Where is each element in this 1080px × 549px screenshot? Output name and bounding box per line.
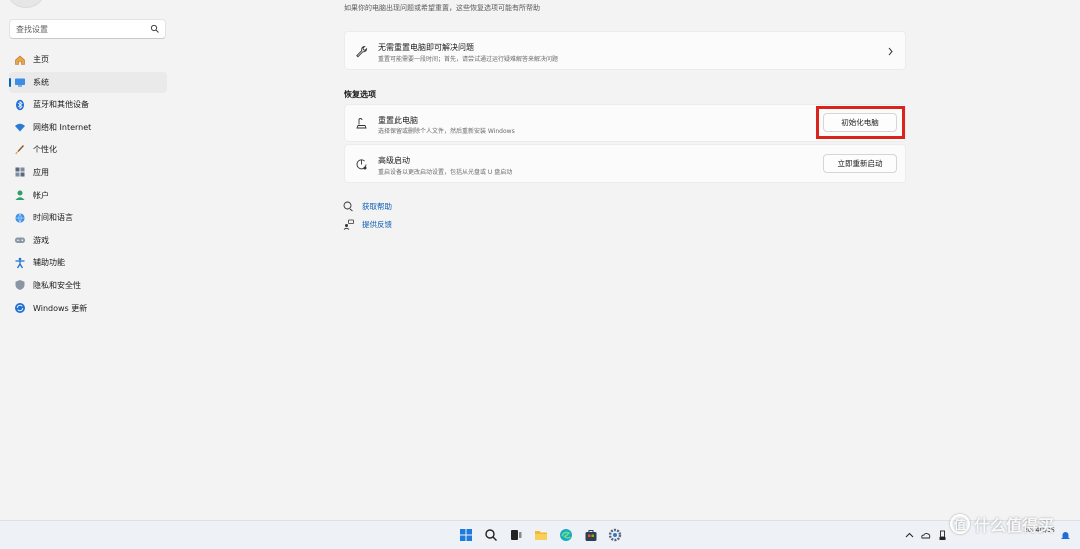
usb-icon[interactable] xyxy=(937,530,948,541)
sidebar-item-label: 时间和语言 xyxy=(33,213,73,223)
sidebar-item-time-language[interactable]: 时间和语言 xyxy=(9,207,167,228)
advanced-startup-desc: 重启设备以更改启动设置，包括从光盘或 U 盘启动 xyxy=(378,169,513,176)
settings-app-icon[interactable] xyxy=(608,528,622,542)
store-icon[interactable] xyxy=(584,528,598,542)
sidebar-item-label: 辅助功能 xyxy=(33,258,65,268)
advanced-startup-title: 高级启动 xyxy=(378,156,410,165)
watermark-text: 什么值得买 xyxy=(974,516,1055,535)
sidebar-item-label: 个性化 xyxy=(33,145,57,155)
advanced-startup-icon xyxy=(356,159,367,170)
sidebar-item-bluetooth[interactable]: 蓝牙和其他设备 xyxy=(9,94,167,115)
advanced-startup-card: 高级启动 重启设备以更改启动设置，包括从光盘或 U 盘启动 xyxy=(344,144,906,183)
sidebar-item-label: 游戏 xyxy=(33,235,49,245)
feedback-icon xyxy=(343,219,354,230)
shield-icon xyxy=(15,280,25,291)
sidebar-item-privacy[interactable]: 隐私和安全性 xyxy=(9,275,167,296)
troubleshoot-title: 无需重置电脑即可解决问题 xyxy=(378,43,474,52)
account-icon xyxy=(15,190,25,201)
get-help-link[interactable]: 获取帮助 xyxy=(343,201,392,212)
recovery-description: 如果你的电脑出现问题或希望重置，这些恢复选项可能有所帮助 xyxy=(344,4,540,12)
reset-pc-desc: 选择保留或删除个人文件，然后重新安装 Windows xyxy=(378,128,515,135)
chevron-right-icon[interactable] xyxy=(887,47,894,56)
windows-start-icon[interactable] xyxy=(459,528,473,542)
sidebar-nav: 主页 系统 蓝牙和其他设备 网络和 Internet 个性化 应用 帐户 时间和… xyxy=(9,49,167,320)
sidebar-item-label: 网络和 Internet xyxy=(33,122,92,132)
accessibility-icon xyxy=(15,257,25,269)
search-icon[interactable] xyxy=(150,24,160,34)
globe-clock-icon xyxy=(15,212,25,223)
restart-now-button[interactable]: 立即重新启动 xyxy=(823,154,897,173)
avatar[interactable] xyxy=(8,0,44,8)
wrench-icon xyxy=(356,46,368,58)
sidebar-item-accessibility[interactable]: 辅助功能 xyxy=(9,252,167,273)
sidebar-item-personalization[interactable]: 个性化 xyxy=(9,139,167,160)
task-view-icon[interactable] xyxy=(509,528,523,542)
troubleshoot-desc: 重置可能需要一段时间；首先，请尝试通过运行疑难解答来解决问题 xyxy=(378,56,559,63)
sidebar-item-windows-update[interactable]: Windows 更新 xyxy=(9,298,167,319)
help-icon xyxy=(343,201,353,212)
notification-bell-icon[interactable] xyxy=(1060,530,1071,541)
sidebar-item-network[interactable]: 网络和 Internet xyxy=(9,117,167,138)
taskbar: 2024/2/15 xyxy=(0,520,1080,549)
give-feedback-link[interactable]: 提供反馈 xyxy=(343,219,392,230)
watermark-logo: 值 xyxy=(950,514,970,534)
reset-pc-icon xyxy=(356,118,367,129)
watermark: 值 什么值得买 xyxy=(950,512,1054,536)
system-icon xyxy=(15,78,25,87)
sidebar-item-accounts[interactable]: 帐户 xyxy=(9,185,167,206)
home-icon xyxy=(15,55,25,65)
section-title-recovery-options: 恢复选项 xyxy=(344,90,376,99)
sidebar-item-home[interactable]: 主页 xyxy=(9,49,167,70)
search-icon[interactable] xyxy=(484,528,498,542)
bluetooth-icon xyxy=(16,99,24,110)
sidebar-item-label: 应用 xyxy=(33,167,49,177)
brush-icon xyxy=(15,144,25,155)
highlight-annotation xyxy=(816,106,905,139)
sidebar-item-label: Windows 更新 xyxy=(33,303,88,313)
sidebar-item-label: 蓝牙和其他设备 xyxy=(33,100,89,110)
sidebar-item-system[interactable]: 系统 xyxy=(9,71,167,93)
sidebar-item-label: 帐户 xyxy=(33,190,49,200)
file-explorer-icon[interactable] xyxy=(534,528,548,542)
sidebar-item-apps[interactable]: 应用 xyxy=(9,162,167,183)
get-help-label[interactable]: 获取帮助 xyxy=(362,201,392,212)
sidebar-item-gaming[interactable]: 游戏 xyxy=(9,230,167,251)
give-feedback-label[interactable]: 提供反馈 xyxy=(362,219,392,230)
reset-pc-title: 重置此电脑 xyxy=(378,116,418,125)
wifi-icon xyxy=(15,124,25,132)
onedrive-icon[interactable] xyxy=(920,530,931,541)
windows-update-icon xyxy=(15,303,25,314)
gamepad-icon xyxy=(15,237,25,244)
edge-browser-icon[interactable] xyxy=(559,528,573,542)
chevron-up-icon[interactable] xyxy=(904,530,915,541)
search-input[interactable] xyxy=(10,24,150,34)
apps-icon xyxy=(15,167,25,177)
sidebar-item-label: 隐私和安全性 xyxy=(33,280,81,290)
sidebar-item-label: 主页 xyxy=(33,55,49,64)
troubleshoot-card[interactable]: 无需重置电脑即可解决问题 重置可能需要一段时间；首先，请尝试通过运行疑难解答来解… xyxy=(344,31,906,70)
sidebar-item-label: 系统 xyxy=(33,77,49,87)
search-box[interactable] xyxy=(9,19,166,39)
